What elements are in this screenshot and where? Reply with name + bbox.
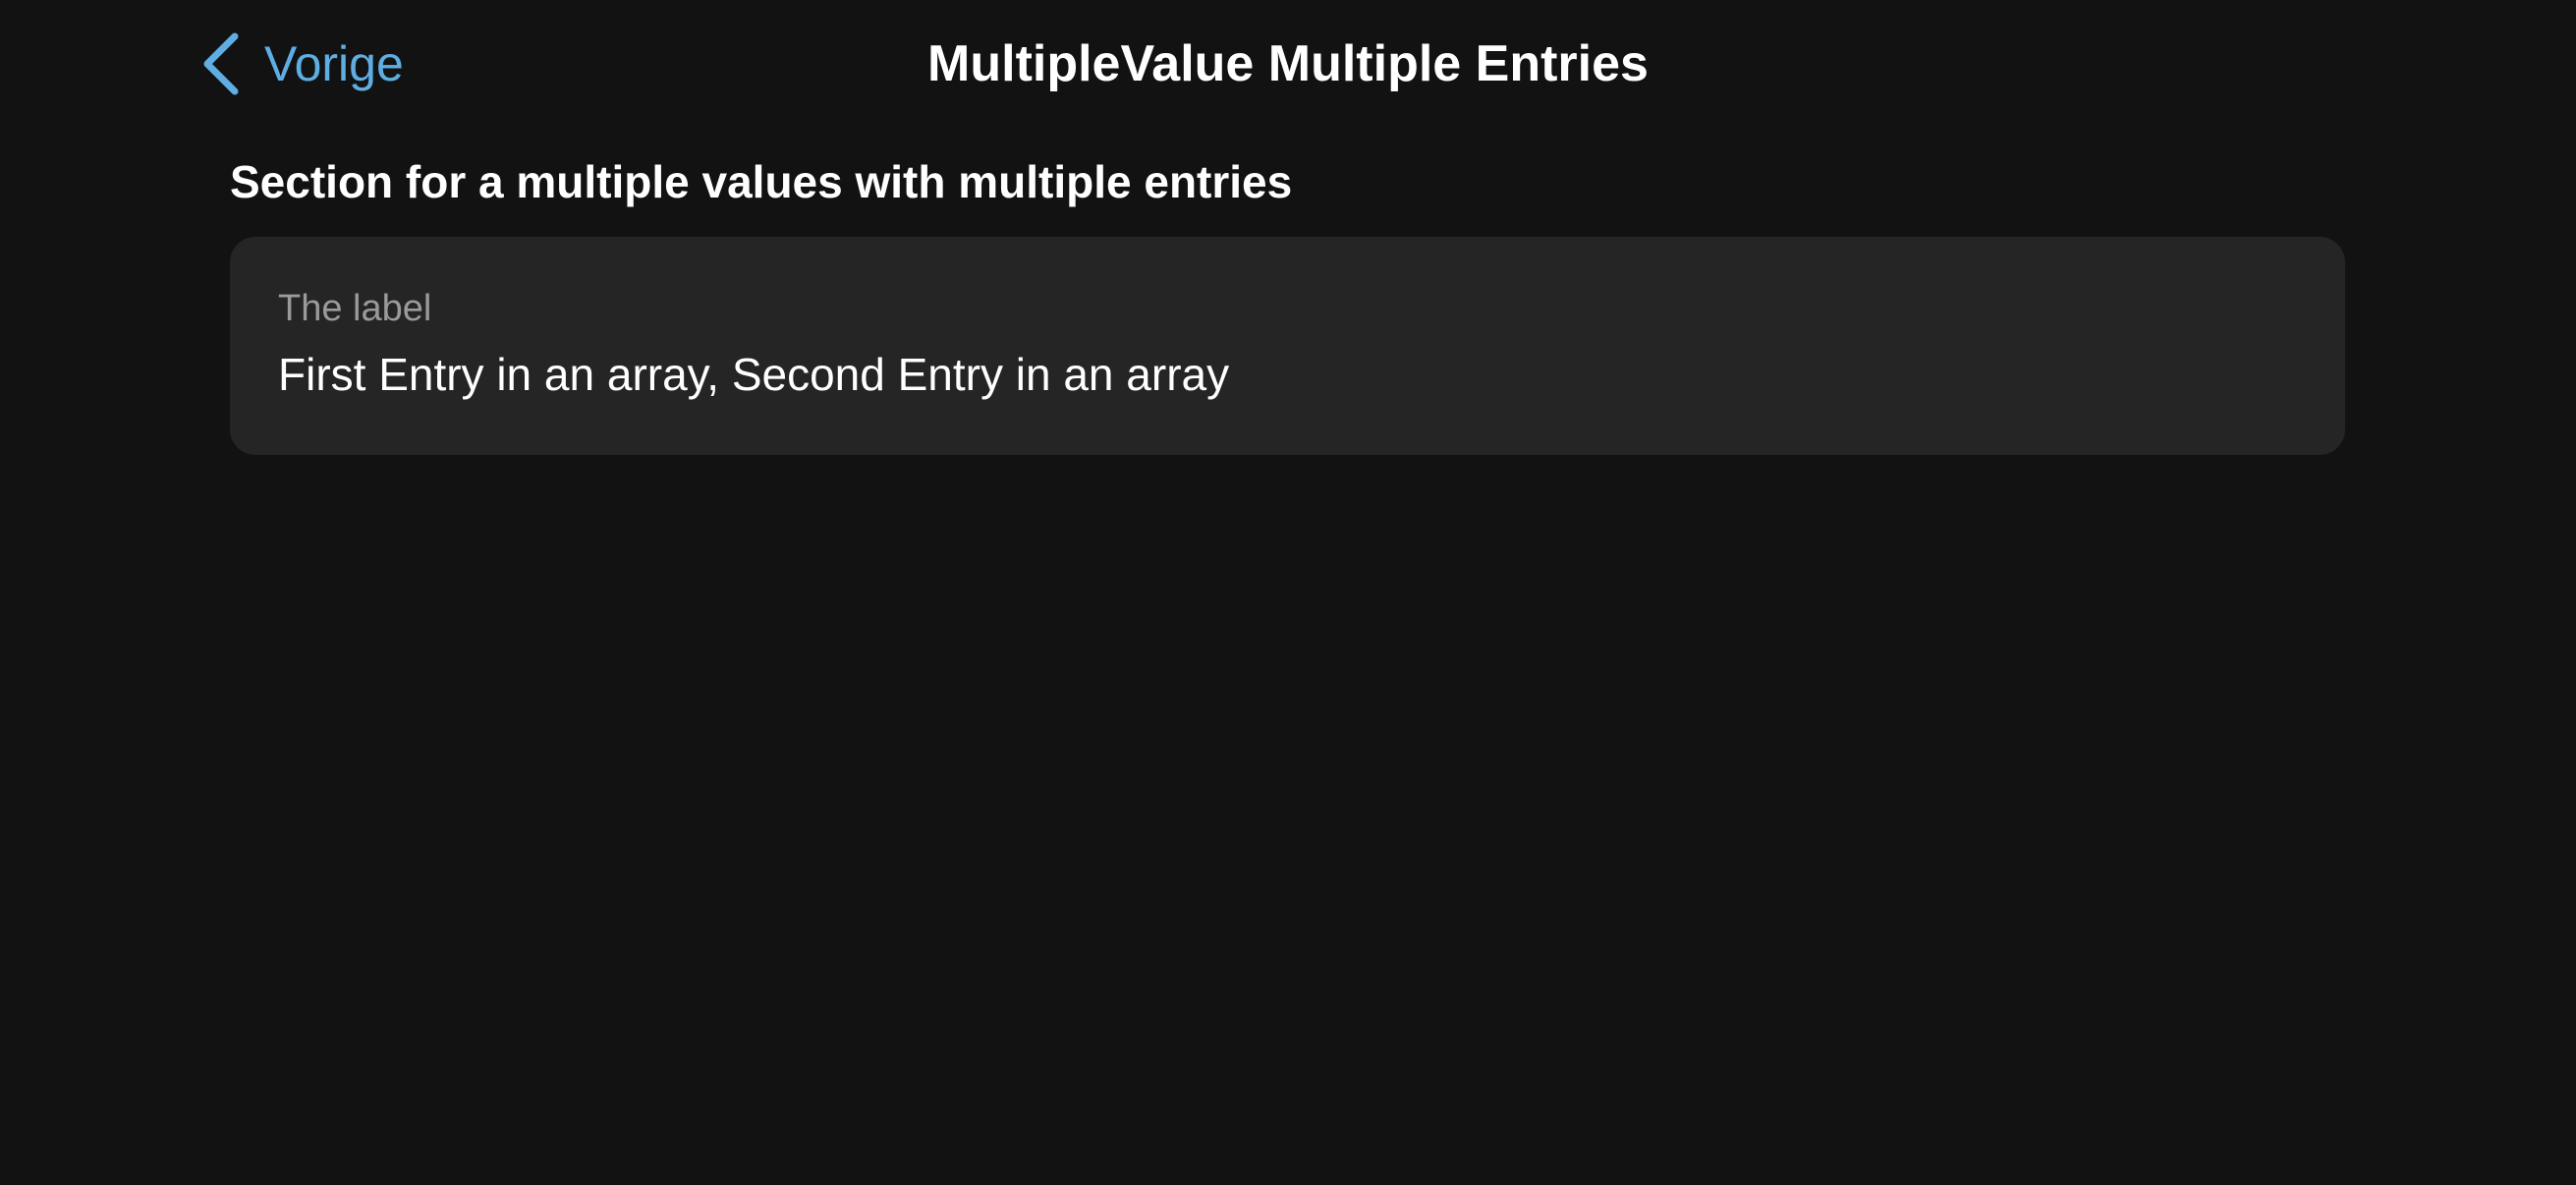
- section-header: Section for a multiple values with multi…: [230, 156, 1293, 207]
- navigation-bar: MultipleValue Multiple Entries Vorige: [0, 0, 2576, 128]
- value-card: The label First Entry in an array, Secon…: [230, 237, 2345, 455]
- back-button[interactable]: Vorige: [199, 29, 404, 98]
- field-label: The label: [278, 288, 432, 329]
- screen: MultipleValue Multiple Entries Vorige Se…: [0, 0, 2576, 1185]
- chevron-left-icon: [199, 31, 243, 96]
- back-button-label: Vorige: [264, 36, 404, 91]
- field-value: First Entry in an array, Second Entry in…: [278, 349, 1230, 400]
